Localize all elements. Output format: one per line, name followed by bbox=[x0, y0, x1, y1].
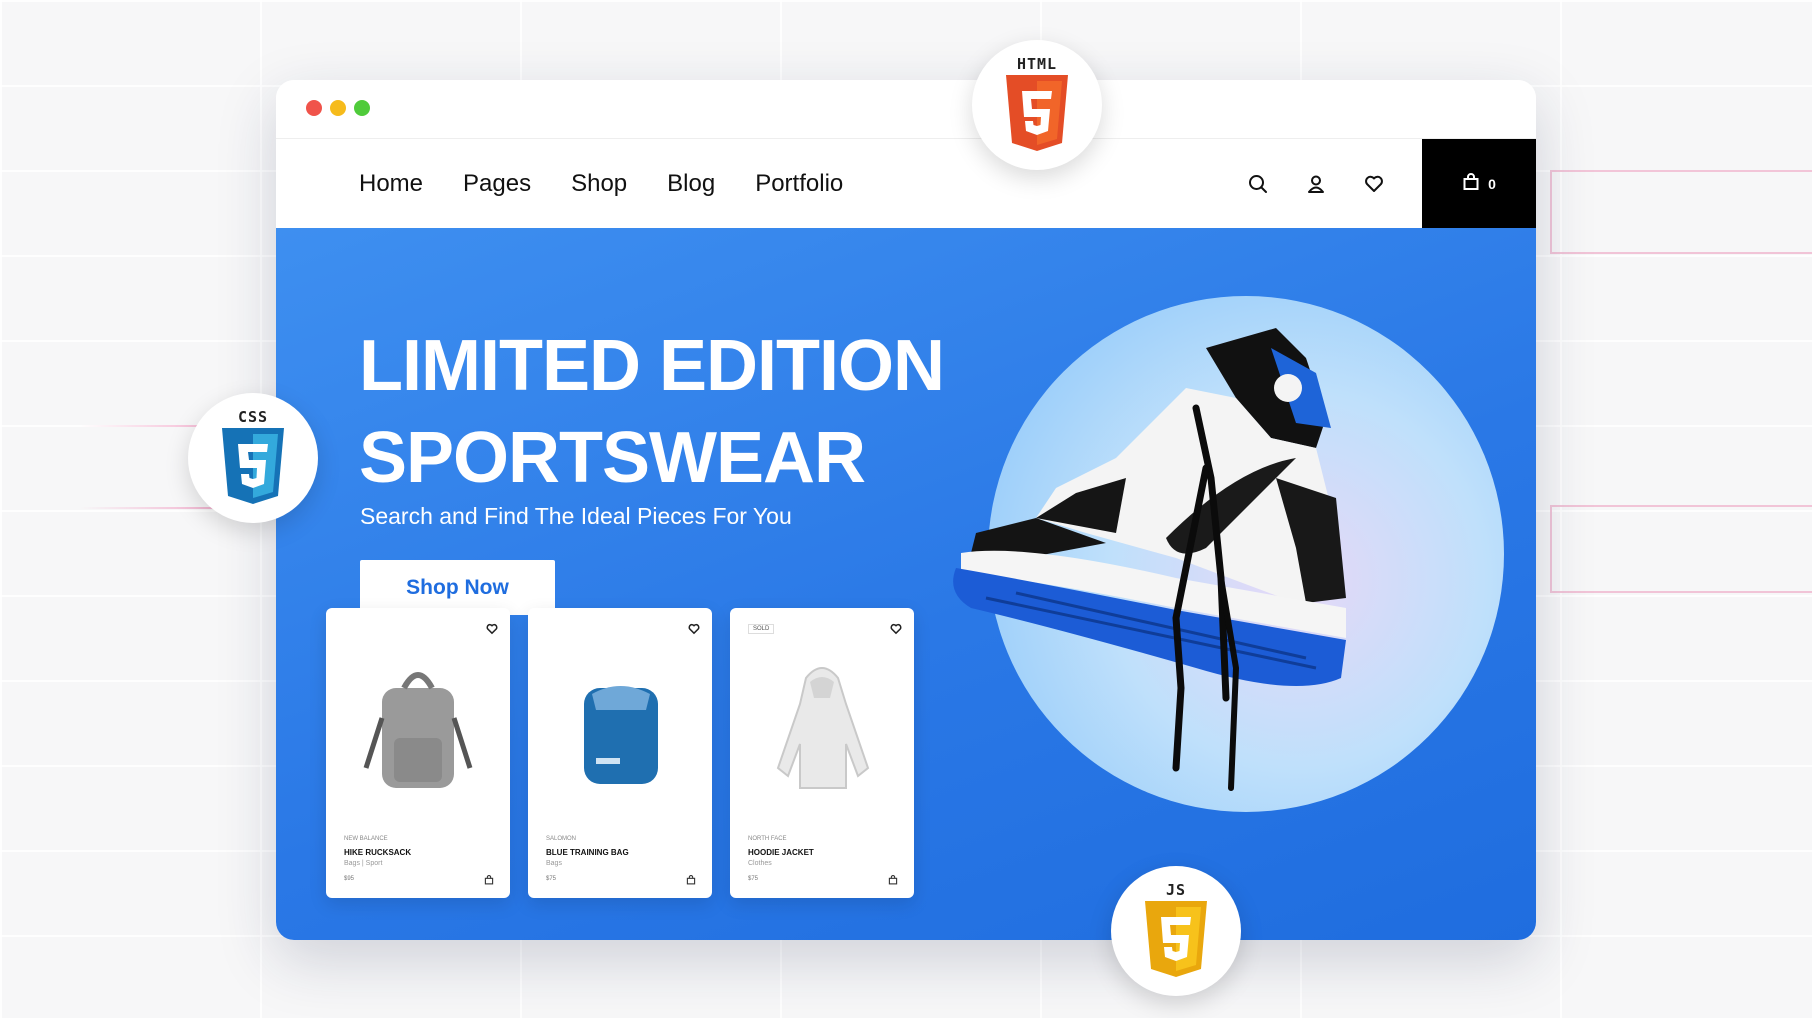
product-name[interactable]: BLUE TRAINING BAG bbox=[546, 848, 629, 857]
product-card[interactable]: SALOMON BLUE TRAINING BAG Bags $75 bbox=[528, 608, 712, 898]
duffel-bag-image bbox=[584, 686, 658, 784]
css3-shield-icon bbox=[222, 428, 284, 504]
nav-home[interactable]: Home bbox=[359, 170, 423, 198]
site-navbar: Home Pages Shop Blog Portfolio 0 bbox=[276, 138, 1536, 229]
product-price: $75 bbox=[546, 876, 557, 882]
html5-badge: HTML bbox=[972, 40, 1102, 170]
product-card[interactable]: NEW BALANCE HIKE RUCKSACK Bags | Sport $… bbox=[326, 608, 510, 898]
html5-label: HTML bbox=[1016, 55, 1058, 73]
background-frame bbox=[1550, 170, 1812, 254]
minimize-window-button[interactable] bbox=[330, 100, 346, 116]
product-category: Bags | Sport bbox=[344, 860, 383, 867]
heart-icon[interactable] bbox=[688, 622, 700, 635]
js-badge: JS bbox=[1111, 866, 1241, 996]
product-brand: SALOMON bbox=[546, 836, 577, 842]
add-to-cart-icon[interactable] bbox=[686, 872, 696, 885]
product-brand: NORTH FACE bbox=[748, 836, 787, 842]
heart-icon[interactable] bbox=[486, 622, 498, 635]
maximize-window-button[interactable] bbox=[354, 100, 370, 116]
css3-badge: CSS bbox=[188, 393, 318, 523]
heart-icon[interactable] bbox=[890, 622, 902, 635]
product-price: $75 bbox=[748, 876, 759, 882]
background-line bbox=[80, 507, 220, 509]
nav-pages[interactable]: Pages bbox=[463, 170, 531, 198]
nav-portfolio[interactable]: Portfolio bbox=[755, 170, 843, 198]
product-category: Clothes bbox=[748, 860, 772, 867]
html5-shield-icon bbox=[1006, 75, 1068, 151]
window-titlebar bbox=[276, 80, 1536, 138]
nav-shop[interactable]: Shop bbox=[571, 170, 627, 198]
product-name[interactable]: HIKE RUCKSACK bbox=[344, 848, 411, 857]
account-icon[interactable] bbox=[1304, 172, 1328, 196]
hero-title-line: SPORTSWEAR bbox=[359, 418, 866, 498]
product-brand: NEW BALANCE bbox=[344, 836, 388, 842]
wishlist-icon[interactable] bbox=[1362, 172, 1386, 196]
shop-now-button[interactable]: Shop Now bbox=[360, 560, 555, 615]
product-category: Bags bbox=[546, 860, 562, 867]
product-name[interactable]: HOODIE JACKET bbox=[748, 848, 814, 857]
add-to-cart-icon[interactable] bbox=[888, 872, 898, 885]
main-nav: Home Pages Shop Blog Portfolio bbox=[359, 139, 843, 229]
hero-title-line: LIMITED EDITION bbox=[359, 326, 945, 406]
nav-actions bbox=[1246, 139, 1386, 229]
css3-label: CSS bbox=[237, 408, 269, 426]
hero-title: LIMITED EDITION SPORTSWEAR bbox=[359, 320, 945, 504]
cart-button[interactable]: 0 bbox=[1422, 139, 1536, 229]
js-shield-icon bbox=[1145, 901, 1207, 977]
sold-badge: SOLD bbox=[748, 624, 775, 634]
background-frame bbox=[1550, 505, 1812, 593]
backpack-image bbox=[363, 672, 473, 788]
product-price: $95 bbox=[344, 876, 355, 882]
hero-subtitle: Search and Find The Ideal Pieces For You bbox=[360, 503, 792, 529]
add-to-cart-icon[interactable] bbox=[484, 872, 494, 885]
sneaker-image bbox=[953, 328, 1346, 791]
cart-count: 0 bbox=[1488, 176, 1496, 192]
shopping-bag-icon bbox=[1462, 172, 1480, 196]
js-label: JS bbox=[1165, 881, 1187, 899]
search-icon[interactable] bbox=[1246, 172, 1270, 196]
close-window-button[interactable] bbox=[306, 100, 322, 116]
nav-blog[interactable]: Blog bbox=[667, 170, 715, 198]
hoodie-image bbox=[776, 667, 870, 789]
product-card[interactable]: SOLD NORTH FACE HOODIE JACKET Clothes $7… bbox=[730, 608, 914, 898]
